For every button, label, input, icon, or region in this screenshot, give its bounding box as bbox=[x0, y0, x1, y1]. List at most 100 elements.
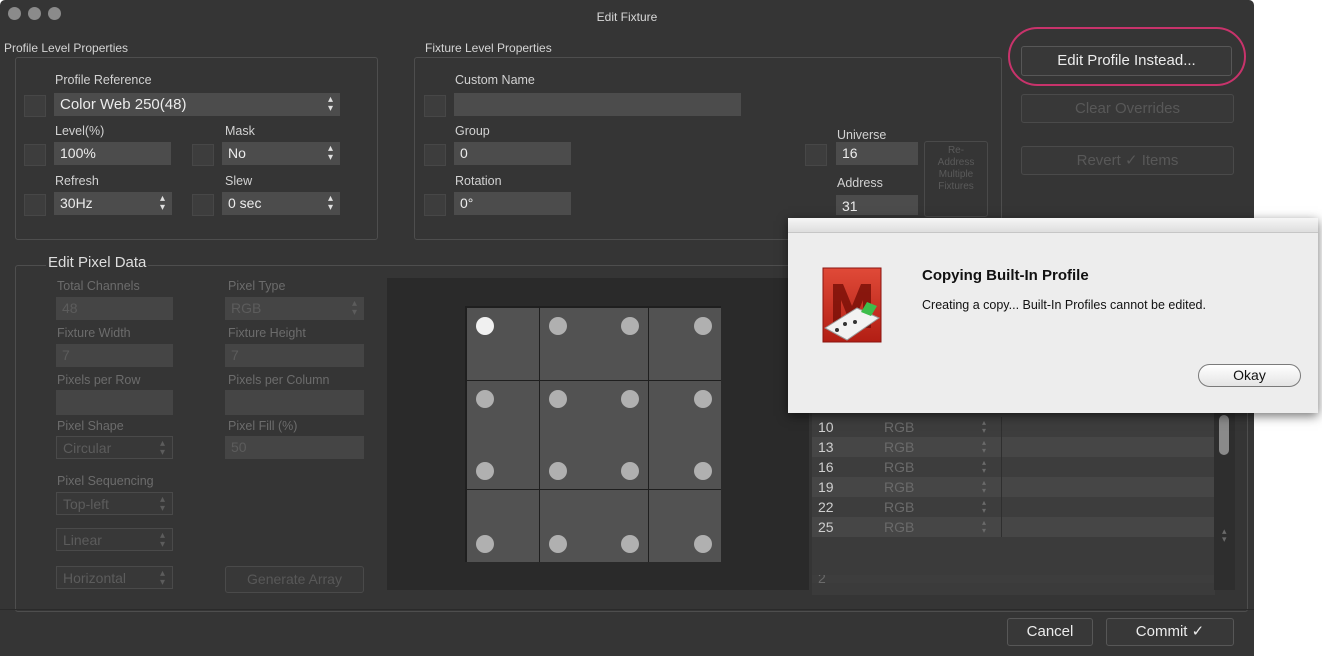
pixel-cell[interactable] bbox=[612, 525, 649, 562]
channel-type-select[interactable]: RGB bbox=[884, 457, 914, 477]
pixel-grid[interactable] bbox=[465, 306, 721, 562]
total-channels-field[interactable]: 48 bbox=[56, 297, 173, 320]
pixel-cell[interactable] bbox=[539, 525, 576, 562]
level-override-checkbox[interactable] bbox=[24, 144, 46, 166]
pixel-cell[interactable] bbox=[575, 453, 612, 490]
slew-select[interactable]: 0 sec ▴ ▾ bbox=[222, 192, 340, 215]
pixel-cell[interactable] bbox=[503, 489, 540, 526]
pixel-fill-field[interactable]: 50 bbox=[225, 436, 364, 459]
pixel-cell[interactable] bbox=[575, 416, 612, 453]
channel-type-select[interactable]: RGB bbox=[884, 517, 914, 537]
readdress-multiple-button[interactable]: Re- Address Multiple Fixtures bbox=[924, 141, 988, 217]
pixels-per-column-field[interactable] bbox=[225, 390, 364, 415]
scroll-arrows-icon[interactable]: ▴ ▾ bbox=[1222, 527, 1227, 544]
pixel-cell[interactable] bbox=[684, 380, 721, 417]
pixel-cell[interactable] bbox=[684, 308, 721, 344]
pixel-cell[interactable] bbox=[503, 308, 540, 344]
custom-name-field[interactable] bbox=[454, 93, 741, 116]
channel-row[interactable]: 13 RGB ▴ ▾ bbox=[812, 437, 1215, 457]
pixel-cell[interactable] bbox=[539, 380, 576, 417]
pixel-cell[interactable] bbox=[648, 453, 685, 490]
pixel-cell[interactable] bbox=[467, 344, 503, 381]
pixel-cell[interactable] bbox=[467, 416, 503, 453]
generate-array-button[interactable]: Generate Array bbox=[225, 566, 364, 593]
pixel-cell[interactable] bbox=[684, 344, 721, 381]
level-field[interactable]: 100% bbox=[54, 142, 171, 165]
pixel-cell[interactable] bbox=[575, 525, 612, 562]
pixel-cell[interactable] bbox=[684, 416, 721, 453]
rotation-field[interactable]: 0° bbox=[454, 192, 571, 215]
custom-name-override-checkbox[interactable] bbox=[424, 95, 446, 117]
pixel-cell[interactable] bbox=[612, 453, 649, 490]
pixel-cell[interactable] bbox=[575, 489, 612, 526]
slew-override-checkbox[interactable] bbox=[192, 194, 214, 216]
pixel-cell[interactable] bbox=[648, 344, 685, 381]
pixel-shape-select[interactable]: Circular ▴ ▾ bbox=[56, 436, 173, 459]
sequencing-start-select[interactable]: Top-left ▴ ▾ bbox=[56, 492, 173, 515]
profile-reference-select[interactable]: Color Web 250(48) ▴ ▾ bbox=[54, 93, 340, 116]
channel-type-select[interactable]: RGB bbox=[884, 477, 914, 497]
refresh-override-checkbox[interactable] bbox=[24, 194, 46, 216]
pixel-cell[interactable] bbox=[503, 525, 540, 562]
channel-row[interactable]: 10 RGB ▴ ▾ bbox=[812, 417, 1215, 437]
pixel-cell[interactable] bbox=[467, 525, 503, 562]
pixel-cell[interactable] bbox=[684, 525, 721, 562]
universe-field[interactable]: 16 bbox=[836, 142, 918, 165]
pixel-cell[interactable] bbox=[539, 453, 576, 490]
channel-type-select[interactable]: RGB bbox=[884, 417, 914, 437]
channel-type-select[interactable]: RGB bbox=[884, 437, 914, 457]
pixel-cell[interactable] bbox=[503, 380, 540, 417]
pixel-cell[interactable] bbox=[467, 453, 503, 490]
pixels-per-row-field[interactable] bbox=[56, 390, 173, 415]
mask-override-checkbox[interactable] bbox=[192, 144, 214, 166]
refresh-select[interactable]: 30Hz ▴ ▾ bbox=[54, 192, 172, 215]
pixel-cell[interactable] bbox=[467, 489, 503, 526]
pixel-cell[interactable] bbox=[575, 308, 612, 344]
sequencing-mode-select[interactable]: Linear ▴ ▾ bbox=[56, 528, 173, 551]
pixel-cell[interactable] bbox=[467, 380, 503, 417]
pixel-cell[interactable] bbox=[503, 344, 540, 381]
fixture-width-field[interactable]: 7 bbox=[56, 344, 173, 367]
pixel-cell[interactable] bbox=[648, 525, 685, 562]
revert-items-button[interactable]: Revert ✓ Items bbox=[1021, 146, 1234, 175]
channel-scrollbar[interactable]: ▴ ▾ bbox=[1214, 413, 1235, 590]
pixel-cell[interactable] bbox=[539, 308, 576, 344]
pixel-cell[interactable] bbox=[612, 308, 649, 344]
group-override-checkbox[interactable] bbox=[424, 144, 446, 166]
pixel-cell[interactable] bbox=[575, 344, 612, 381]
pixel-cell[interactable] bbox=[648, 380, 685, 417]
pixel-cell[interactable] bbox=[612, 489, 649, 526]
pixel-cell[interactable] bbox=[648, 416, 685, 453]
pixel-cell[interactable] bbox=[648, 308, 685, 344]
pixel-cell[interactable] bbox=[684, 453, 721, 490]
channel-row[interactable]: 22 RGB ▴ ▾ bbox=[812, 497, 1215, 517]
rotation-override-checkbox[interactable] bbox=[424, 194, 446, 216]
fixture-height-field[interactable]: 7 bbox=[225, 344, 364, 367]
channel-row[interactable]: 16 RGB ▴ ▾ bbox=[812, 457, 1215, 477]
channel-row[interactable]: 19 RGB ▴ ▾ bbox=[812, 477, 1215, 497]
okay-button[interactable]: Okay bbox=[1198, 364, 1301, 387]
pixel-cell[interactable] bbox=[612, 416, 649, 453]
commit-button[interactable]: Commit ✓ bbox=[1106, 618, 1234, 646]
pixel-cell[interactable] bbox=[503, 416, 540, 453]
pixel-cell[interactable] bbox=[539, 489, 576, 526]
pixel-cell[interactable] bbox=[612, 344, 649, 381]
channel-type-select[interactable]: RGB bbox=[884, 497, 914, 517]
mask-select[interactable]: No ▴ ▾ bbox=[222, 142, 340, 165]
pixel-type-select[interactable]: RGB ▴ ▾ bbox=[225, 297, 364, 320]
pixel-cell[interactable] bbox=[648, 489, 685, 526]
pixel-cell[interactable] bbox=[612, 380, 649, 417]
pixel-cell[interactable] bbox=[539, 416, 576, 453]
channel-row[interactable]: 25 RGB ▴ ▾ bbox=[812, 517, 1215, 537]
address-field[interactable]: 31 bbox=[836, 195, 918, 215]
pixel-cell[interactable] bbox=[539, 344, 576, 381]
scrollbar-thumb[interactable] bbox=[1219, 415, 1229, 455]
profile-reference-override-checkbox[interactable] bbox=[24, 95, 46, 117]
pixel-cell[interactable] bbox=[575, 380, 612, 417]
pixel-cell[interactable] bbox=[467, 308, 503, 344]
clear-overrides-button[interactable]: Clear Overrides bbox=[1021, 94, 1234, 123]
sequencing-direction-select[interactable]: Horizontal ▴ ▾ bbox=[56, 566, 173, 589]
group-field[interactable]: 0 bbox=[454, 142, 571, 165]
pixel-cell[interactable] bbox=[503, 453, 540, 490]
pixel-cell[interactable] bbox=[684, 489, 721, 526]
